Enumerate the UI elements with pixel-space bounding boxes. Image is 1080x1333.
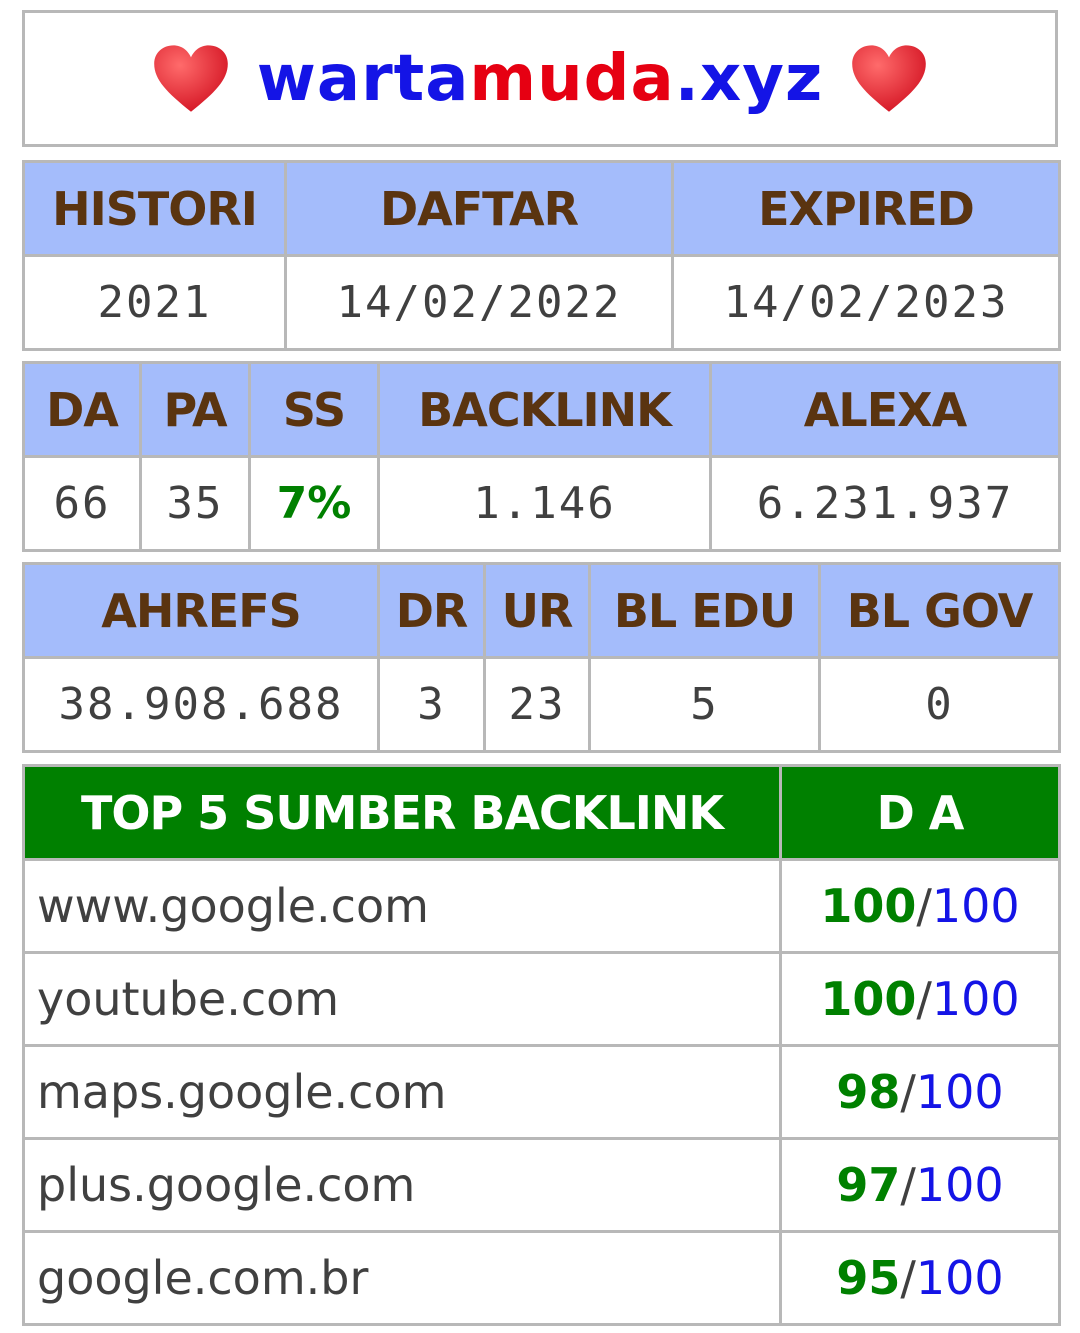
site-name: wartamuda.xyz <box>256 41 824 116</box>
backlink-da: 97/100 <box>779 1137 1061 1233</box>
header-bl-edu: BL EDU <box>588 562 821 659</box>
table-row: maps.google.com 98/100 <box>22 1044 1061 1140</box>
backlink-da: 100/100 <box>779 951 1061 1047</box>
header-ur: UR <box>483 562 591 659</box>
ahrefs-table: AHREFS DR UR BL EDU BL GOV 38.908.688 3 … <box>22 562 1061 753</box>
value-da: 66 <box>22 455 142 552</box>
value-dr: 3 <box>377 656 486 753</box>
backlink-source: maps.google.com <box>22 1044 782 1140</box>
header-bl-gov: BL GOV <box>818 562 1061 659</box>
value-pa: 35 <box>139 455 251 552</box>
value-backlink: 1.146 <box>377 455 712 552</box>
site-title-box: wartamuda.xyz <box>22 10 1058 147</box>
value-ss: 7% <box>248 455 380 552</box>
table-row: google.com.br 95/100 <box>22 1230 1061 1326</box>
header-top-sources: TOP 5 SUMBER BACKLINK <box>22 764 782 861</box>
backlink-source: google.com.br <box>22 1230 782 1326</box>
value-daftar: 14/02/2022 <box>284 254 674 351</box>
value-histori: 2021 <box>22 254 287 351</box>
header-alexa: ALEXA <box>709 361 1061 458</box>
backlink-source: youtube.com <box>22 951 782 1047</box>
table-row: plus.google.com 97/100 <box>22 1137 1061 1233</box>
header-backlink: BACKLINK <box>377 361 712 458</box>
value-ur: 23 <box>483 656 591 753</box>
domain-dates-table: HISTORI DAFTAR EXPIRED 2021 14/02/2022 1… <box>22 160 1061 351</box>
value-expired: 14/02/2023 <box>671 254 1061 351</box>
backlink-da: 95/100 <box>779 1230 1061 1326</box>
top-backlinks-table: TOP 5 SUMBER BACKLINK D A www.google.com… <box>22 764 1061 1326</box>
header-dr: DR <box>377 562 486 659</box>
heart-icon <box>852 44 927 112</box>
value-bl-edu: 5 <box>588 656 821 753</box>
value-bl-gov: 0 <box>818 656 1061 753</box>
table-row: www.google.com 100/100 <box>22 858 1061 954</box>
metrics-table: DA PA SS BACKLINK ALEXA 66 35 7% 1.146 6… <box>22 361 1061 552</box>
heart-icon <box>153 44 228 112</box>
header-daftar: DAFTAR <box>284 160 674 257</box>
header-da-col: D A <box>779 764 1061 861</box>
table-row: youtube.com 100/100 <box>22 951 1061 1047</box>
value-ahrefs: 38.908.688 <box>22 656 380 753</box>
header-histori: HISTORI <box>22 160 287 257</box>
header-ahrefs: AHREFS <box>22 562 380 659</box>
backlink-da: 98/100 <box>779 1044 1061 1140</box>
header-pa: PA <box>139 361 251 458</box>
backlink-source: plus.google.com <box>22 1137 782 1233</box>
backlink-source: www.google.com <box>22 858 782 954</box>
header-ss: SS <box>248 361 380 458</box>
backlink-da: 100/100 <box>779 858 1061 954</box>
value-alexa: 6.231.937 <box>709 455 1061 552</box>
header-expired: EXPIRED <box>671 160 1061 257</box>
header-da: DA <box>22 361 142 458</box>
